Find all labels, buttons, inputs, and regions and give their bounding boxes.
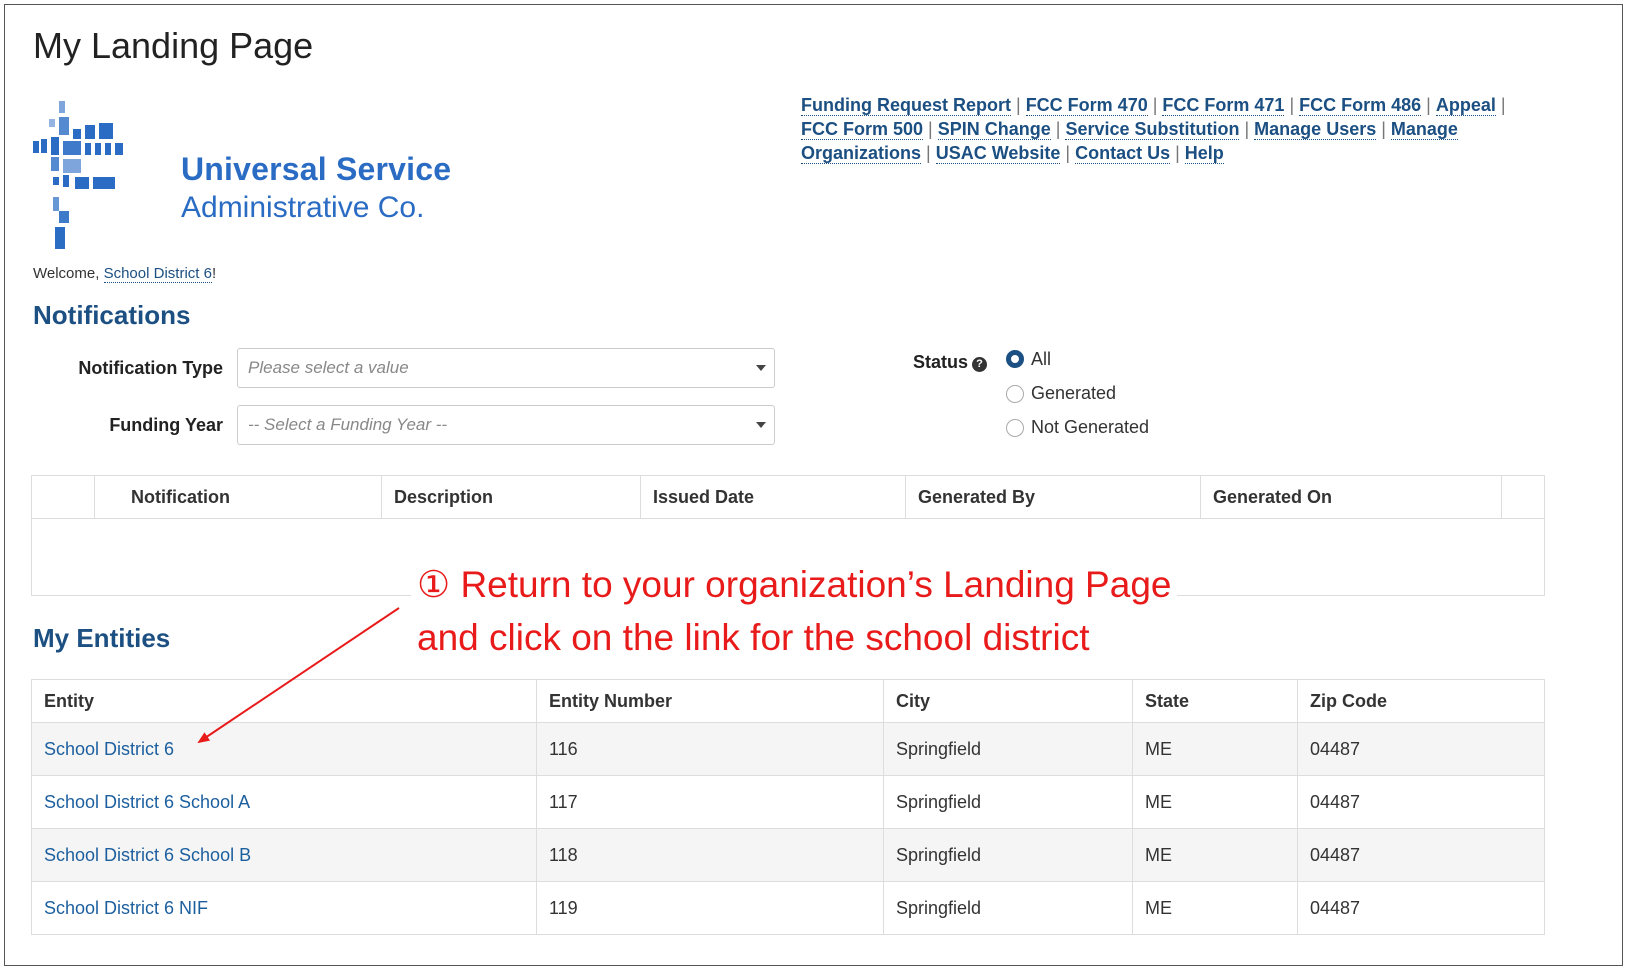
column-header-zip-code[interactable]: Zip Code <box>1297 679 1545 723</box>
entity-cell: School District 6 School A <box>31 775 537 829</box>
nav-link-service-substitution[interactable]: Service Substitution <box>1065 119 1240 140</box>
state-cell: ME <box>1132 775 1298 829</box>
status-option-not-generated-label: Not Generated <box>1031 417 1150 437</box>
entity-cell: School District 6 School B <box>31 828 537 882</box>
status-radio-not-generated[interactable] <box>1006 419 1024 437</box>
nav-link-fcc-form-471[interactable]: FCC Form 471 <box>1162 95 1285 116</box>
column-header-city[interactable]: City <box>883 679 1133 723</box>
entities-header-row: Entity Entity Number City State Zip Code <box>31 679 1545 723</box>
top-nav-links: Funding Request Report | FCC Form 470 | FCC … <box>801 95 1506 164</box>
zip-code-cell: 04487 <box>1297 722 1545 776</box>
callout-line1: ① Return to your organization’s Landing … <box>417 564 1172 605</box>
state-cell: ME <box>1132 722 1298 776</box>
chevron-down-icon <box>756 422 766 428</box>
entity-number-cell: 119 <box>536 881 884 935</box>
funding-year-label: Funding Year <box>109 415 223 435</box>
usac-logo-icon <box>33 101 123 249</box>
entity-number-cell: 118 <box>536 828 884 882</box>
notifications-header-row: Notification Description Issued Date Gen… <box>31 475 1545 519</box>
entity-number-cell: 116 <box>536 722 884 776</box>
column-header-entity-number[interactable]: Entity Number <box>536 679 884 723</box>
city-cell: Springfield <box>883 775 1133 829</box>
entity-link[interactable]: School District 6 School A <box>44 792 250 812</box>
table-row: School District 6 School B 118 Springfie… <box>31 828 1545 882</box>
table-row: School District 6 NIF 119 Springfield ME… <box>31 881 1545 935</box>
table-row: School District 6 School A 117 Springfie… <box>31 775 1545 829</box>
notification-type-select[interactable]: Please select a value <box>237 348 775 388</box>
column-header-generated-by[interactable]: Generated By <box>905 475 1201 519</box>
zip-code-cell: 04487 <box>1297 775 1545 829</box>
welcome-prefix: Welcome, <box>33 265 104 282</box>
nav-link-funding-request-report[interactable]: Funding Request Report <box>801 95 1011 116</box>
landing-page-window: My Landing Page Universal Service Admini… <box>4 4 1623 966</box>
state-cell: ME <box>1132 828 1298 882</box>
nav-link-usac-website[interactable]: USAC Website <box>935 143 1061 164</box>
nav-link-fcc-form-470[interactable]: FCC Form 470 <box>1025 95 1148 116</box>
column-header-entity[interactable]: Entity <box>31 679 537 723</box>
city-cell: Springfield <box>883 828 1133 882</box>
notification-type-label: Notification Type <box>78 358 223 378</box>
city-cell: Springfield <box>883 722 1133 776</box>
chevron-down-icon <box>756 365 766 371</box>
column-header-description[interactable]: Description <box>381 475 641 519</box>
status-radio-generated[interactable] <box>1006 385 1024 403</box>
welcome-suffix: ! <box>211 265 217 282</box>
help-question-icon[interactable]: ? <box>972 357 988 372</box>
notifications-heading: Notifications <box>33 300 191 330</box>
entities-table: Entity Entity Number City State Zip Code… <box>31 679 1545 935</box>
column-header-generated-on[interactable]: Generated On <box>1200 475 1502 519</box>
nav-link-contact-us[interactable]: Contact Us <box>1075 143 1171 164</box>
funding-year-select[interactable]: -- Select a Funding Year -- <box>237 405 775 445</box>
notification-type-placeholder: Please select a value <box>248 358 409 377</box>
entity-number-cell: 117 <box>536 775 884 829</box>
city-cell: Springfield <box>883 881 1133 935</box>
entity-cell: School District 6 <box>31 722 537 776</box>
column-header-select <box>31 475 95 519</box>
nav-link-fcc-form-500[interactable]: FCC Form 500 <box>801 119 924 140</box>
entity-link[interactable]: School District 6 NIF <box>44 898 208 918</box>
status-label-text: Status <box>913 352 969 372</box>
entity-link[interactable]: School District 6 <box>44 739 174 759</box>
column-header-issued-date[interactable]: Issued Date <box>640 475 906 519</box>
nav-link-fcc-form-486[interactable]: FCC Form 486 <box>1299 95 1422 116</box>
status-label: Status? <box>913 352 988 373</box>
entity-link[interactable]: School District 6 School B <box>44 845 251 865</box>
instruction-callout: ① Return to your organization’s Landing … <box>411 558 1178 664</box>
state-cell: ME <box>1132 881 1298 935</box>
page-title: My Landing Page <box>33 25 314 66</box>
nav-link-help[interactable]: Help <box>1184 143 1224 164</box>
welcome-user-link[interactable]: School District 6 <box>103 265 212 283</box>
entity-cell: School District 6 NIF <box>31 881 537 935</box>
status-radio-all[interactable] <box>1006 350 1024 368</box>
callout-line2: and click on the link for the school dis… <box>417 617 1090 658</box>
nav-link-spin-change[interactable]: SPIN Change <box>937 119 1051 140</box>
column-header-state[interactable]: State <box>1132 679 1298 723</box>
logo-text-line2: Administrative Co. <box>181 191 425 224</box>
status-option-generated-label: Generated <box>1031 383 1117 403</box>
column-header-actions <box>1501 475 1545 519</box>
my-entities-heading: My Entities <box>33 623 171 653</box>
nav-link-appeal[interactable]: Appeal <box>1435 95 1496 116</box>
welcome-message: Welcome, School District 6! <box>33 265 217 283</box>
zip-code-cell: 04487 <box>1297 828 1545 882</box>
status-option-all-label: All <box>1031 349 1052 369</box>
zip-code-cell: 04487 <box>1297 881 1545 935</box>
column-header-notification[interactable]: Notification <box>94 475 382 519</box>
funding-year-placeholder: -- Select a Funding Year -- <box>248 415 448 434</box>
logo-text-line1: Universal Service <box>181 151 452 187</box>
nav-link-manage-users[interactable]: Manage Users <box>1254 119 1377 140</box>
table-row: School District 6 116 Springfield ME 044… <box>31 722 1545 776</box>
